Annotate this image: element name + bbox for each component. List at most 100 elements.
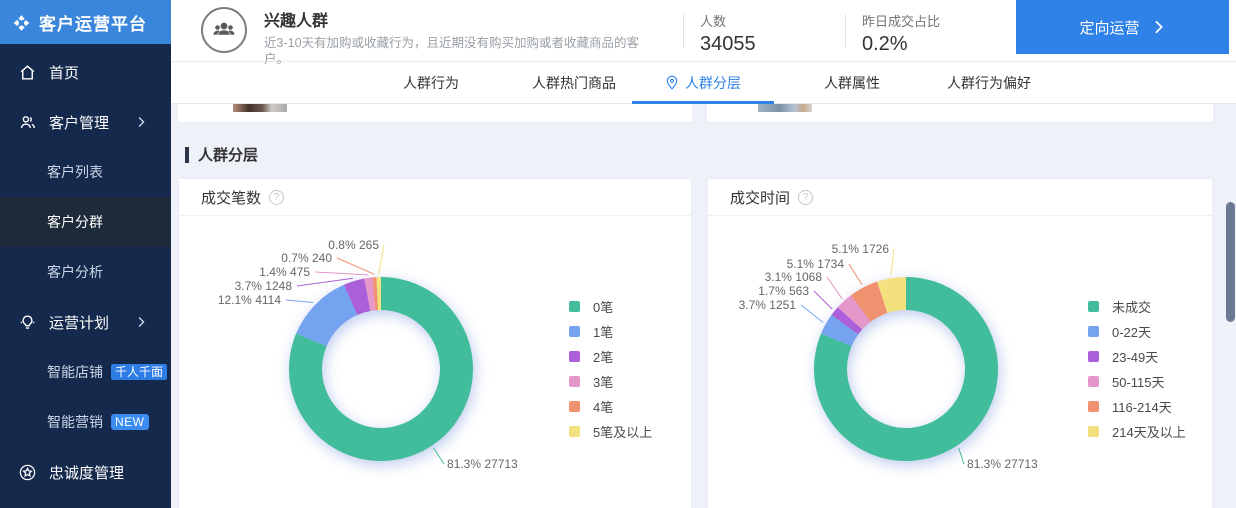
sidebar-item-6[interactable]: 运营计划 xyxy=(0,297,171,347)
tab-bar: 人群行为 人群热门商品 人群分层 人群属性 人群行为偏好 xyxy=(171,62,1236,104)
sidebar-item-9[interactable]: 忠诚度管理 xyxy=(0,447,171,497)
stat-label: 人数 xyxy=(700,11,756,30)
star-icon xyxy=(18,463,37,482)
crowd-name: 兴趣人群 xyxy=(264,7,649,31)
legend-item-3笔[interactable]: 3笔 xyxy=(569,369,652,394)
slice-label-116-214天: 5.1% 1734 xyxy=(787,257,844,271)
slice-label-0笔: 81.3% 27713 xyxy=(447,457,518,471)
card-title: 成交笔数 xyxy=(201,187,261,208)
pin-icon xyxy=(665,75,679,90)
pinwheel-logo-icon xyxy=(12,13,31,32)
stat-people-count: 人数 34055 xyxy=(700,11,756,56)
tab-item-1[interactable]: 人群行为 xyxy=(403,62,459,103)
legend-label: 未成交 xyxy=(1112,297,1151,316)
product-photo-fragment xyxy=(758,104,812,112)
sidebar-item-5[interactable]: 客户分析 xyxy=(0,247,171,297)
targeted-operation-label: 定向运营 xyxy=(1079,17,1139,38)
legend-swatch xyxy=(1088,301,1099,312)
legend-item-1笔[interactable]: 1笔 xyxy=(569,319,652,344)
help-icon[interactable]: ? xyxy=(269,190,284,205)
sidebar-item-label: 忠诚度管理 xyxy=(49,462,124,483)
legend-item-4笔[interactable]: 4笔 xyxy=(569,394,652,419)
vertical-scrollbar-thumb[interactable] xyxy=(1226,202,1235,322)
sidebar-item-7[interactable]: 智能店铺千人千面 xyxy=(0,347,171,397)
card-header: 成交笔数 ? xyxy=(179,179,691,216)
legend-item-116-214天[interactable]: 116-214天 xyxy=(1088,394,1186,419)
crowd-info: 兴趣人群 近3-10天有加购或收藏行为，且近期没有购买加购或者收藏商品的客户。 xyxy=(264,7,649,67)
label-leader-line xyxy=(814,291,832,309)
legend-label: 116-214天 xyxy=(1112,397,1172,416)
sidebar-item-2[interactable]: 客户管理 xyxy=(0,97,171,147)
sidebar-item-label: 运营计划 xyxy=(49,312,109,333)
legend-swatch xyxy=(1088,326,1099,337)
tab-label: 人群行为偏好 xyxy=(947,73,1031,93)
scrolled-card-remnant xyxy=(707,104,1213,123)
legend-label: 214天及以上 xyxy=(1112,422,1186,441)
tab-item-2[interactable]: 人群热门商品 xyxy=(532,62,616,103)
legend-label: 1笔 xyxy=(593,322,613,341)
app-window: 客户运营平台 首页客户管理客户列表客户分群客户分析运营计划智能店铺千人千面智能营… xyxy=(0,0,1236,508)
sidebar-item-badge: NEW xyxy=(111,414,149,430)
legend-swatch xyxy=(1088,351,1099,362)
slice-label-2笔: 3.7% 1248 xyxy=(235,279,292,293)
sidebar-item-label: 客户分析 xyxy=(47,262,103,282)
stat-value: 0.2% xyxy=(862,33,940,56)
app-logo[interactable]: 客户运营平台 xyxy=(0,0,171,44)
targeted-operation-button[interactable]: 定向运营 xyxy=(1016,0,1229,54)
tab-label: 人群行为 xyxy=(403,73,459,93)
legend-label: 5笔及以上 xyxy=(593,422,652,441)
label-leader-line xyxy=(337,258,374,274)
bulb-icon xyxy=(18,313,37,332)
legend-swatch xyxy=(1088,401,1099,412)
slice-label-214天及以上: 5.1% 1726 xyxy=(832,242,889,256)
divider xyxy=(845,14,846,48)
sidebar-item-label: 客户分群 xyxy=(47,212,103,232)
tab-item-3[interactable]: 人群分层 xyxy=(665,62,741,103)
legend-item-2笔[interactable]: 2笔 xyxy=(569,344,652,369)
chevron-right-icon xyxy=(136,317,147,328)
sidebar-item-label: 智能营销 xyxy=(47,412,103,432)
help-icon[interactable]: ? xyxy=(798,190,813,205)
slice-label-1笔: 12.1% 4114 xyxy=(218,293,281,307)
card-title: 成交时间 xyxy=(730,187,790,208)
sidebar-item-label: 首页 xyxy=(49,62,79,83)
users-icon xyxy=(18,113,37,132)
tab-item-4[interactable]: 人群属性 xyxy=(824,62,880,103)
legend-swatch xyxy=(1088,376,1099,387)
legend-item-未成交[interactable]: 未成交 xyxy=(1088,294,1186,319)
legend-label: 4笔 xyxy=(593,397,613,416)
legend-swatch xyxy=(569,401,580,412)
legend-swatch xyxy=(569,301,580,312)
sidebar-item-8[interactable]: 智能营销 NEW xyxy=(0,397,171,447)
legend-label: 23-49天 xyxy=(1112,347,1158,366)
home-icon xyxy=(18,63,37,82)
slice-label-23-49天: 1.7% 563 xyxy=(758,284,809,298)
legend-item-214天及以上[interactable]: 214天及以上 xyxy=(1088,419,1186,444)
legend-item-0笔[interactable]: 0笔 xyxy=(569,294,652,319)
stat-deal-ratio: 昨日成交占比 0.2% xyxy=(862,11,940,56)
label-leader-line xyxy=(434,448,444,464)
sidebar-item-label: 客户列表 xyxy=(47,162,103,182)
chart-legend: 未成交 0-22天 23-49天 50-115天 116-214天 214天及以上 xyxy=(1088,294,1186,444)
section-header: 人群分层 xyxy=(185,144,258,165)
sidebar-item-1[interactable]: 首页 xyxy=(0,47,171,97)
legend-swatch xyxy=(569,351,580,362)
legend-item-5笔及以上[interactable]: 5笔及以上 xyxy=(569,419,652,444)
legend-item-50-115天[interactable]: 50-115天 xyxy=(1088,369,1186,394)
sidebar-item-3[interactable]: 客户列表 xyxy=(0,147,171,197)
chart-legend: 0笔 1笔 2笔3笔 4笔 5笔及以上 xyxy=(569,294,652,444)
legend-item-0-22天[interactable]: 0-22天 xyxy=(1088,319,1186,344)
deal-time-donut-chart: 81.3% 277133.7% 12511.7% 5633.1% 10685.1… xyxy=(708,179,1212,508)
deal-count-card: 成交笔数 ? 81.3% 2771312.1% 41143.7% 12481.4… xyxy=(178,178,692,508)
section-accent-bar xyxy=(185,147,189,163)
slice-label-未成交: 81.3% 27713 xyxy=(967,457,1038,471)
product-photo-fragment xyxy=(233,104,287,112)
tab-label: 人群属性 xyxy=(824,73,880,93)
sidebar-item-4[interactable]: 客户分群 xyxy=(0,197,171,247)
tab-item-5[interactable]: 人群行为偏好 xyxy=(947,62,1031,103)
slice-label-0-22天: 3.7% 1251 xyxy=(739,298,796,312)
legend-item-23-49天[interactable]: 23-49天 xyxy=(1088,344,1186,369)
group-header: 兴趣人群 近3-10天有加购或收藏行为，且近期没有购买加购或者收藏商品的客户。 … xyxy=(171,0,1236,62)
slice-label-5笔及以上: 0.8% 265 xyxy=(328,238,379,252)
main-content: 人群分层 成交笔数 ? 81.3% 2771312.1% 41143.7% 12… xyxy=(171,104,1236,508)
